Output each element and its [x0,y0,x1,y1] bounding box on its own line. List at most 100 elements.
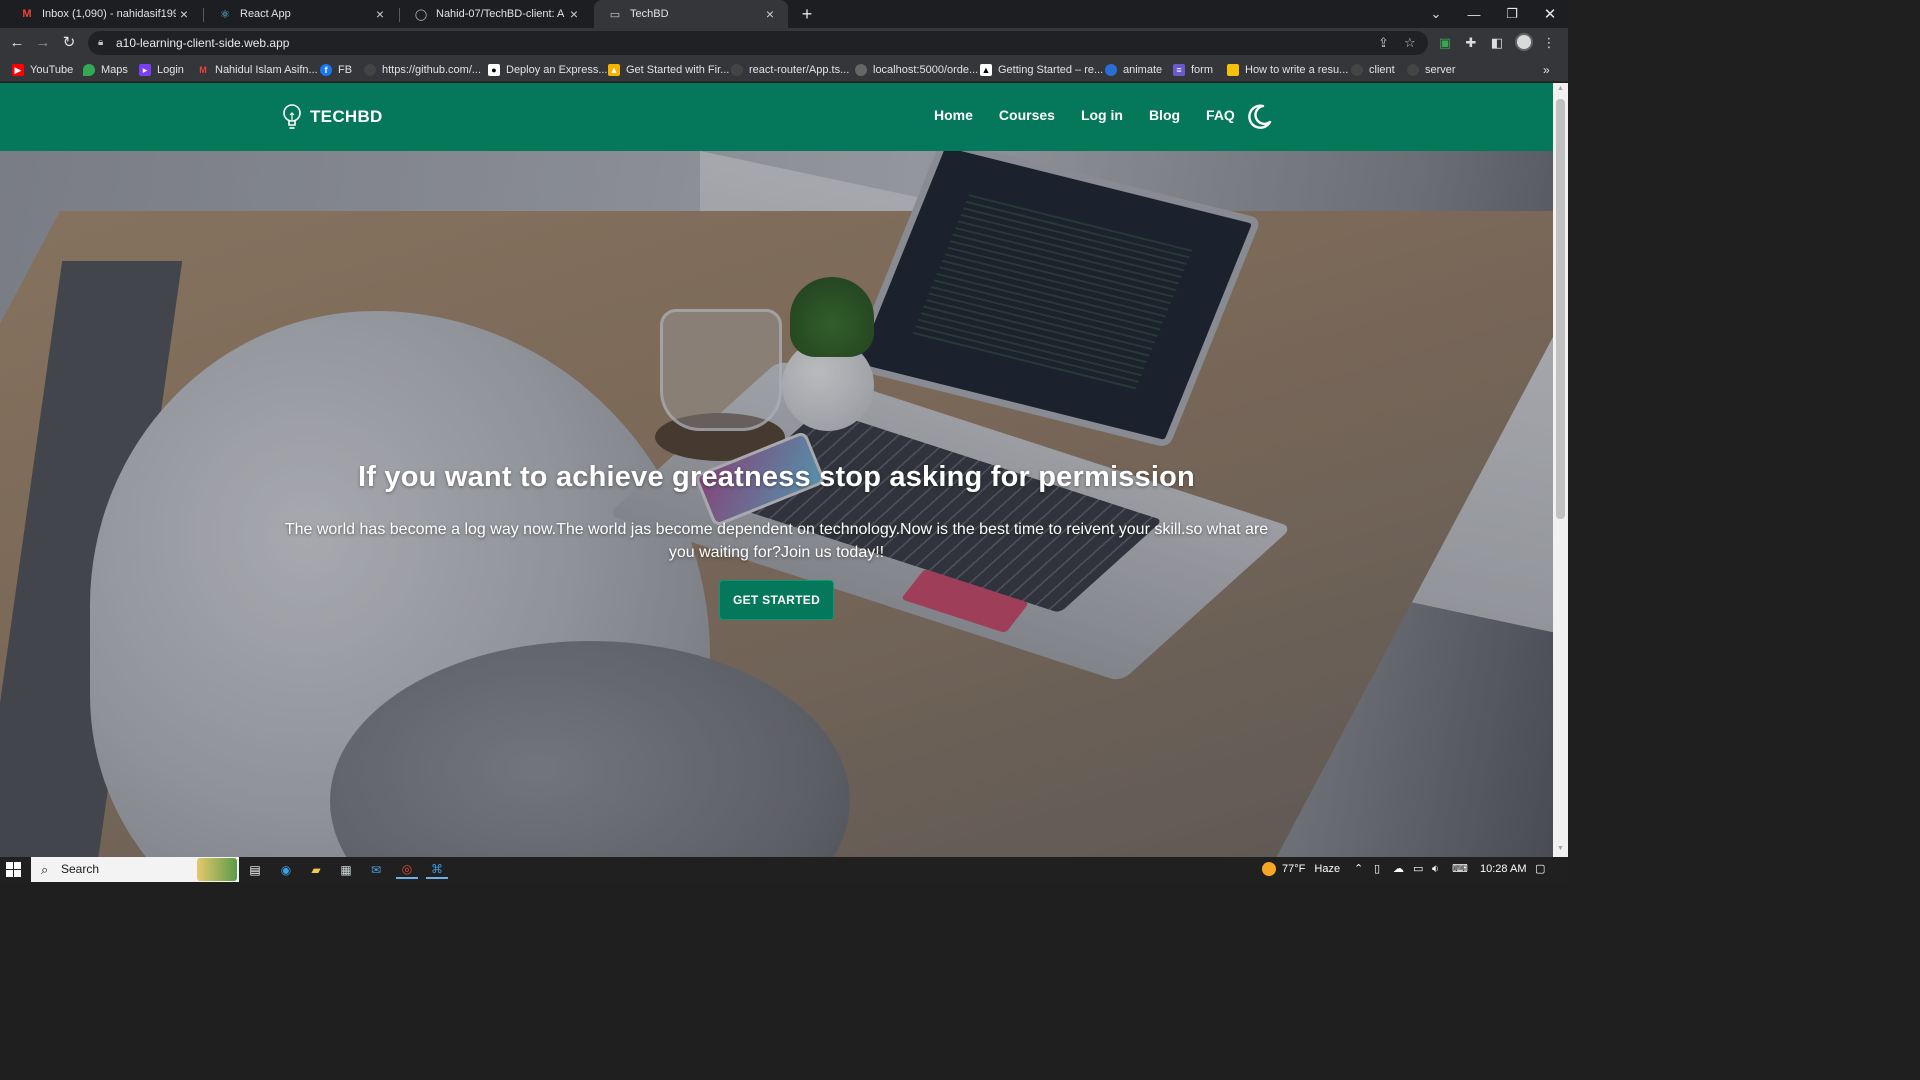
tray-chevron-icon[interactable]: ⌃ [1354,857,1363,882]
minimize-button[interactable]: — [1455,0,1493,28]
github-icon [364,64,376,76]
brand-logo[interactable]: TECHBD [282,103,383,131]
bookmark-item[interactable]: ▲ Get Started with Fir... [608,58,729,82]
new-tab-button[interactable]: + [796,3,818,25]
bookmark-label: client [1369,64,1395,76]
edge-icon[interactable]: ◉ [275,860,297,879]
reload-icon[interactable]: ↻ [58,32,80,54]
lock-icon[interactable]: 🔒︎ [98,31,103,55]
get-started-button[interactable]: GET STARTED [718,580,835,620]
share-icon[interactable]: ⇪ [1378,31,1389,55]
bookmark-label: Maps [101,64,128,76]
bookmark-label: https://github.com/... [382,64,482,76]
tab-search-icon[interactable]: ⌄ [1417,0,1455,28]
search-highlight-image [197,858,237,881]
bookmark-label: localhost:5000/orde... [873,64,979,76]
scroll-down-icon[interactable]: ▼ [1556,845,1565,852]
bookmark-item[interactable]: f FB [320,58,352,82]
dark-mode-toggle-icon[interactable] [1245,103,1273,131]
browser-tab-github[interactable]: ◯ Nahid-07/TechBD-client: A Cours × [400,0,592,28]
file-explorer-icon[interactable]: ▰ [305,860,327,879]
bookmark-star-icon[interactable]: ☆ [1404,31,1416,55]
keyboard-icon[interactable]: ⌨ [1452,857,1468,882]
store-icon[interactable]: ▦ [335,860,357,879]
bookmark-label: Getting Started – re... [998,64,1104,76]
scrollbar-thumb[interactable] [1556,99,1565,519]
bookmark-item[interactable]: M Nahidul Islam Asifn... [197,58,317,82]
browser-toolbar: ← → ↻ 🔒︎ a10-learning-client-side.web.ap… [0,28,1568,58]
notifications-icon[interactable]: ▢ [1535,857,1545,882]
address-bar[interactable]: 🔒︎ a10-learning-client-side.web.app ⇪ ☆ [88,31,1428,55]
extension-mail-icon[interactable]: ▣ [1434,32,1456,54]
side-panel-icon[interactable]: ◧ [1486,32,1508,54]
mail-icon[interactable]: ✉ [365,860,387,879]
task-view-icon[interactable]: ▤ [244,860,266,879]
bookmark-item[interactable]: ▲ Getting Started – re... [980,58,1103,82]
form-icon: ≡ [1173,64,1185,76]
network-icon[interactable]: ▭ [1413,857,1423,882]
search-placeholder: Search [61,862,100,876]
weather-sun-icon [1262,862,1276,877]
close-icon[interactable]: × [176,6,192,22]
hero-content: If you want to achieve greatness stop as… [0,461,1553,620]
close-window-button[interactable]: ✕ [1531,0,1569,28]
globe-icon [855,64,867,76]
bookmark-item[interactable]: ● Deploy an Express... [488,58,608,82]
volume-icon[interactable]: 🔉︎ [1432,857,1439,882]
back-icon[interactable]: ← [6,32,28,54]
bookmark-item[interactable]: https://github.com/... [364,58,481,82]
hero-description: The world has become a log way now.The w… [284,521,1269,561]
taskbar-search-box[interactable]: ⌕ Search [31,857,239,882]
nav-link-faq[interactable]: FAQ [1206,107,1235,123]
github-icon [1351,64,1363,76]
vscode-icon[interactable]: ⌘ [426,860,448,879]
login-icon: ▸ [139,64,151,76]
bookmark-label: How to write a resu... [1245,64,1349,76]
extensions-puzzle-icon[interactable]: ✚ [1460,32,1482,54]
animate-icon [1105,64,1117,76]
main-nav: Home Courses Log in Blog FAQ [934,107,1261,123]
menu-kebab-icon[interactable]: ⋮ [1538,32,1560,54]
gmail-icon: M [22,8,32,20]
bookmark-item[interactable]: server [1407,58,1456,82]
medium-icon: ● [488,64,500,76]
bookmark-item[interactable]: ≡ form [1173,58,1213,82]
weather-widget[interactable]: 77°F Haze [1262,857,1340,882]
close-icon[interactable]: × [566,6,582,22]
bookmark-label: Login [157,64,184,76]
tray-app-icon[interactable]: ▯ [1374,857,1380,882]
bookmark-item[interactable]: animate [1105,58,1162,82]
more-bookmarks-icon[interactable]: » [1543,58,1550,82]
browser-tab-react-app[interactable]: ⚛ React App × [204,0,398,28]
nav-link-home[interactable]: Home [934,107,973,123]
browser-tab-techbd[interactable]: ▭ TechBD × [594,0,788,28]
scroll-up-icon[interactable]: ▲ [1556,85,1565,92]
profile-avatar[interactable] [1515,33,1533,51]
bookmark-item[interactable]: How to write a resu... [1227,58,1348,82]
chrome-icon[interactable]: ◎ [396,860,418,879]
forward-icon[interactable]: → [32,32,54,54]
page-scrollbar[interactable]: ▲ ▼ [1553,83,1568,857]
maps-icon [83,64,95,76]
page-viewport: TECHBD Home Courses Log in Blog FAQ If y… [0,83,1553,857]
restore-button[interactable]: ❐ [1493,0,1531,28]
bookmark-label: form [1191,64,1213,76]
bookmark-item[interactable]: ▶ YouTube [12,58,73,82]
bookmark-item[interactable]: Maps [83,58,128,82]
bookmark-item[interactable]: ▸ Login [139,58,184,82]
close-icon[interactable]: × [762,6,778,22]
clock[interactable]: 10:28 AM [1480,857,1526,882]
browser-tab-gmail[interactable]: M Inbox (1,090) - nahidasif1998@g × [6,0,202,28]
bookmark-item[interactable]: client [1351,58,1395,82]
nav-link-blog[interactable]: Blog [1149,107,1180,123]
bookmark-item[interactable]: react-router/App.ts... [731,58,849,82]
vercel-icon: ▲ [980,64,992,76]
bookmark-item[interactable]: localhost:5000/orde... [855,58,978,82]
brand-name: TECHBD [310,107,383,126]
onedrive-icon[interactable]: ☁ [1393,857,1404,882]
nav-link-login[interactable]: Log in [1081,107,1123,123]
windows-start-icon[interactable] [6,862,21,877]
hero-section: If you want to achieve greatness stop as… [0,151,1553,857]
close-icon[interactable]: × [372,6,388,22]
nav-link-courses[interactable]: Courses [999,107,1055,123]
